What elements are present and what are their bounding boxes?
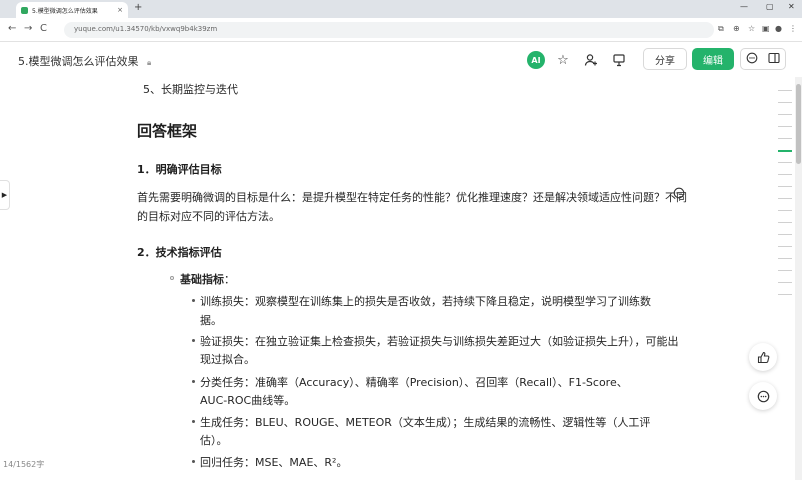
zoom-icon[interactable]: ⊕	[733, 24, 740, 33]
document-title-text: 5.模型微调怎么评估效果	[18, 55, 139, 68]
browser-tab-title: 5.模型微调怎么评估效果	[32, 7, 98, 15]
list-bullet	[192, 380, 195, 383]
list-item: 据。	[200, 314, 222, 327]
toc-rail	[778, 80, 796, 410]
star-icon[interactable]: ☆	[554, 51, 572, 69]
subheading-metrics: 2．技术指标评估	[137, 246, 222, 259]
toc-marker[interactable]	[778, 102, 792, 103]
new-tab-button[interactable]: +	[134, 2, 142, 13]
colon-text: ：	[224, 273, 235, 286]
presentation-icon[interactable]	[610, 51, 628, 69]
section-heading: 回答框架	[137, 122, 198, 140]
scrollbar-thumb[interactable]	[796, 84, 801, 164]
list-item: 生成任务：BLEU、ROUGE、METEOR（文本生成）；生成结果的流畅性、逻辑…	[200, 416, 651, 429]
list-item: 现过拟合。	[200, 353, 255, 366]
url-input[interactable]: yuque.com/u1.34570/kb/vxwq9b4k39zm	[64, 22, 714, 38]
document-body: 5、长期监控与迭代 回答框架 1．明确评估目标 首先需要明确微调的目标是什么：是…	[0, 77, 780, 480]
toc-marker[interactable]	[778, 270, 792, 271]
reload-icon[interactable]: C	[40, 23, 47, 34]
list-item: AUC-ROC曲线等。	[200, 394, 296, 407]
list-bullet	[192, 420, 195, 423]
toc-marker[interactable]	[778, 246, 792, 247]
comment-fab-button[interactable]	[749, 382, 777, 410]
bold-text: 基础指标	[180, 273, 224, 286]
address-bar-row: ← → C yuque.com/u1.34570/kb/vxwq9b4k39zm…	[0, 18, 802, 42]
word-count: 14/1562字	[3, 460, 45, 469]
toc-marker[interactable]	[778, 90, 792, 91]
basic-metrics-label: 基础指标：	[180, 271, 235, 287]
list-item: 训练损失：观察模型在训练集上的损失是否收敛，若持续下降且稳定，说明模型学习了训练…	[200, 295, 651, 308]
toc-marker[interactable]	[778, 210, 792, 211]
back-icon[interactable]: ←	[8, 23, 16, 34]
forward-icon[interactable]: →	[24, 23, 32, 34]
toc-marker[interactable]	[778, 198, 792, 199]
expand-sidebar-button[interactable]: ▶	[0, 180, 10, 210]
install-app-icon[interactable]: ⧉	[718, 24, 724, 34]
yuque-favicon-icon	[21, 6, 28, 14]
paragraph-comment-icon[interactable]	[673, 187, 685, 202]
toc-marker[interactable]	[778, 126, 792, 127]
minimize-icon[interactable]: —	[740, 2, 748, 11]
profile-icon[interactable]: ●	[775, 24, 782, 33]
toc-marker[interactable]	[778, 258, 792, 259]
list-item: 估）。	[200, 434, 228, 447]
add-collaborator-icon[interactable]	[582, 51, 600, 69]
toc-marker[interactable]	[778, 234, 792, 235]
ai-assistant-button[interactable]: AI	[527, 51, 545, 69]
list-item: 回归任务：MSE、MAE、R²。	[200, 456, 348, 469]
lock-icon: 🔒︎	[147, 58, 152, 67]
document-header: 5.模型微调怎么评估效果 🔒︎ AI ☆ 分享 编辑	[0, 43, 802, 77]
tab-close-icon[interactable]: ×	[117, 6, 123, 14]
list-bullet	[170, 276, 174, 280]
list-bullet	[192, 339, 195, 342]
paragraph-line: 首先需要明确微调的目标是什么：是提升模型在特定任务的性能？优化推理速度？还是解决…	[137, 191, 687, 204]
toc-marker[interactable]	[778, 162, 792, 163]
subheading-goal: 1．明确评估目标	[137, 163, 222, 176]
maximize-icon[interactable]: ▢	[766, 2, 774, 11]
extension-icon[interactable]: ▣	[762, 24, 770, 33]
toc-marker[interactable]	[778, 138, 792, 139]
toc-marker-active[interactable]	[778, 150, 792, 152]
comments-icon[interactable]	[746, 52, 758, 67]
list-item: 验证损失：在独立验证集上检查损失，若验证损失与训练损失差距过大（如验证损失上升）…	[200, 335, 679, 348]
toc-marker[interactable]	[778, 282, 792, 283]
toc-marker[interactable]	[778, 186, 792, 187]
browser-menu-icon[interactable]: ⋮	[789, 24, 797, 33]
toc-marker[interactable]	[778, 114, 792, 115]
outline-panel-icon[interactable]	[768, 52, 780, 67]
list-bullet	[192, 460, 195, 463]
toc-marker[interactable]	[778, 294, 792, 295]
bookmark-star-icon[interactable]: ☆	[748, 24, 755, 33]
like-button[interactable]	[749, 343, 777, 371]
list-bullet	[192, 299, 195, 302]
list-item: 5、长期监控与迭代	[143, 83, 238, 96]
browser-tab[interactable]: 5.模型微调怎么评估效果 ×	[16, 2, 128, 18]
paragraph-line: 的目标对应不同的评估方法。	[137, 210, 280, 223]
document-title: 5.模型微调怎么评估效果 🔒︎	[18, 53, 151, 69]
close-window-icon[interactable]: ✕	[788, 2, 795, 11]
header-tool-group	[740, 48, 786, 70]
toc-marker[interactable]	[778, 174, 792, 175]
list-item: 分类任务：准确率（Accuracy）、精确率（Precision）、召回率（Re…	[200, 376, 628, 389]
toc-marker[interactable]	[778, 222, 792, 223]
edit-button[interactable]: 编辑	[692, 48, 734, 70]
share-button[interactable]: 分享	[643, 48, 687, 70]
browser-tab-strip: 5.模型微调怎么评估效果 × + — ▢ ✕	[0, 0, 802, 18]
